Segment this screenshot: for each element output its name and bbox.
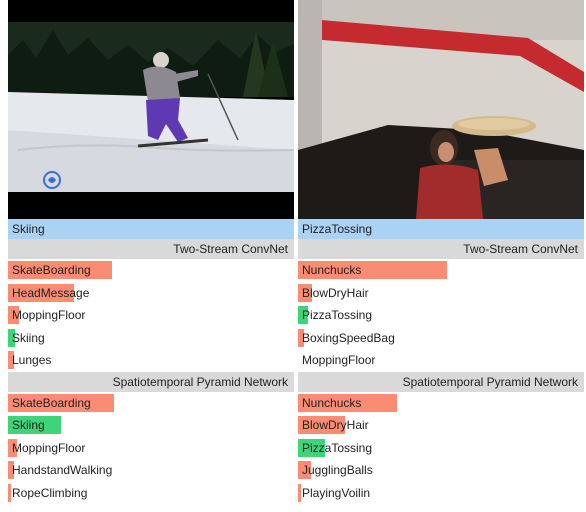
- prediction-label: Skiing: [12, 330, 45, 345]
- skiing-scene-image: [8, 0, 294, 219]
- video-frame: [298, 0, 584, 219]
- prediction-row: PlayingVoilin: [298, 482, 584, 505]
- prediction-row: HandstandWalking: [8, 459, 294, 482]
- prediction-row: PizzaTossing: [298, 437, 584, 460]
- method-header: Two-Stream ConvNet: [8, 239, 294, 259]
- prediction-row: HeadMessage: [8, 282, 294, 305]
- prediction-label: HandstandWalking: [12, 463, 113, 477]
- prediction-row: SkateBoarding: [8, 392, 294, 415]
- prediction-label: SkateBoarding: [12, 263, 91, 277]
- prediction-row: Lunges: [8, 349, 294, 372]
- prediction-label: RopeClimbing: [12, 485, 88, 500]
- prediction-row: MoppingFloor: [298, 349, 584, 372]
- prediction-label: JugglingBalls: [302, 463, 373, 477]
- method-header: Spatiotemporal Pyramid Network: [8, 371, 294, 392]
- prediction-row: Skiing: [8, 327, 294, 350]
- prediction-row: RopeClimbing: [8, 482, 294, 505]
- prediction-label: Lunges: [12, 353, 52, 367]
- prediction-row: SkateBoarding: [8, 259, 294, 282]
- prediction-row: BoxingSpeedBag: [298, 327, 584, 350]
- prediction-row: BlowDryHair: [298, 414, 584, 437]
- method-block: Spatiotemporal Pyramid Network Nunchucks…: [298, 371, 584, 505]
- prediction-label: BlowDryHair: [302, 418, 369, 432]
- prediction-label: PizzaTossing: [302, 308, 373, 322]
- prediction-label: Skiing: [12, 418, 45, 432]
- method-header: Two-Stream ConvNet: [298, 239, 584, 259]
- prediction-label: MoppingFloor: [302, 353, 376, 367]
- prediction-label: BoxingSpeedBag: [302, 330, 395, 345]
- method-block: Two-Stream ConvNet SkateBoarding HeadMes…: [8, 239, 294, 372]
- prediction-row: Nunchucks: [298, 259, 584, 282]
- prediction-row: PizzaTossing: [298, 304, 584, 327]
- method-block: Spatiotemporal Pyramid Network SkateBoar…: [8, 371, 294, 505]
- prediction-row: MoppingFloor: [8, 304, 294, 327]
- result-panel-skiing: Skiing Two-Stream ConvNet SkateBoarding …: [8, 0, 294, 504]
- ground-truth-label: Skiing: [8, 219, 294, 239]
- prediction-label: MoppingFloor: [12, 308, 86, 322]
- method-header: Spatiotemporal Pyramid Network: [298, 371, 584, 392]
- prediction-label: Nunchucks: [302, 263, 362, 277]
- prediction-label: PlayingVoilin: [302, 485, 371, 500]
- prediction-label: Nunchucks: [302, 395, 362, 410]
- prediction-row: BlowDryHair: [298, 282, 584, 305]
- result-panel-pizzatossing: PizzaTossing Two-Stream ConvNet Nunchuck…: [298, 0, 584, 504]
- prediction-label: HeadMessage: [12, 285, 90, 300]
- prediction-row: JugglingBalls: [298, 459, 584, 482]
- prediction-label: PizzaTossing: [302, 440, 373, 455]
- video-frame: [8, 0, 294, 219]
- pizzatossing-scene-image: [298, 0, 584, 219]
- prediction-row: Skiing: [8, 414, 294, 437]
- method-block: Two-Stream ConvNet Nunchucks BlowDryHair…: [298, 239, 584, 372]
- prediction-row: MoppingFloor: [8, 437, 294, 460]
- prediction-label: SkateBoarding: [12, 395, 91, 410]
- prediction-label: MoppingFloor: [12, 440, 86, 455]
- ground-truth-label: PizzaTossing: [298, 219, 584, 239]
- prediction-row: Nunchucks: [298, 392, 584, 415]
- prediction-label: BlowDryHair: [302, 285, 369, 300]
